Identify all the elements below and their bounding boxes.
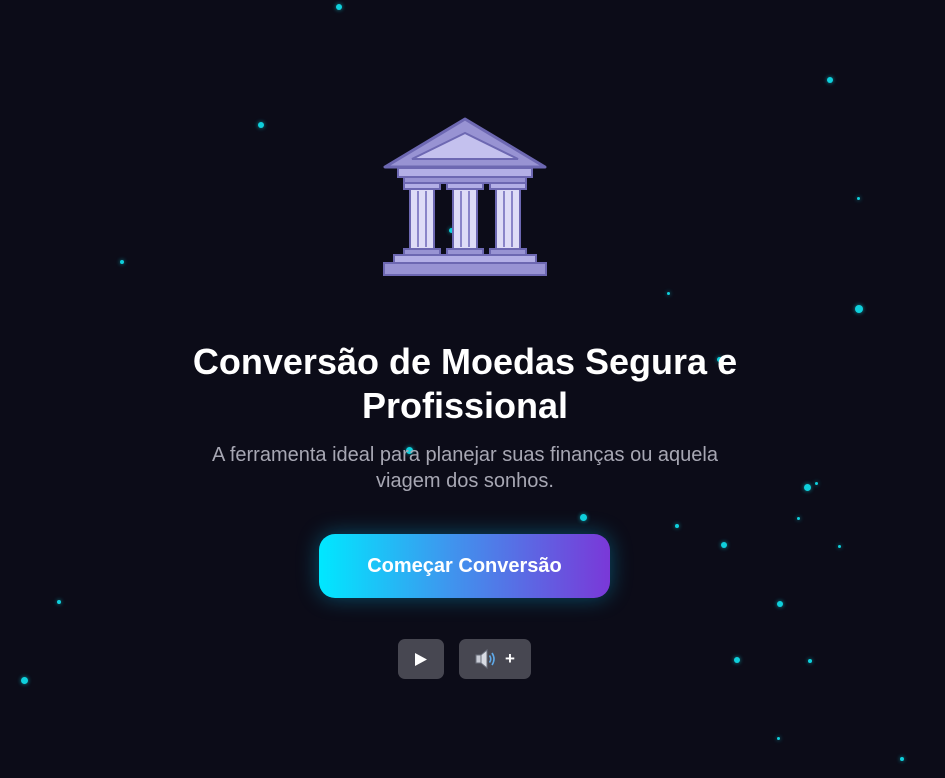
page-subtitle: A ferramenta ideal para planejar suas fi… <box>212 444 718 492</box>
sound-plus-label: + <box>505 649 515 668</box>
speaker-icon <box>475 649 497 669</box>
landing-screen: Conversão de Moedas Segura e Profissiona… <box>0 0 945 778</box>
play-icon <box>414 652 428 667</box>
page-title: Conversão de Moedas Segura e Profissiona… <box>192 341 738 426</box>
media-controls: + <box>398 639 531 679</box>
play-button[interactable] <box>398 639 444 679</box>
sound-button[interactable]: + <box>459 639 531 679</box>
bank-building-icon <box>383 117 547 276</box>
hero-section: Conversão de Moedas Segura e Profissiona… <box>0 0 945 778</box>
start-conversion-button[interactable]: Começar Conversão <box>319 534 610 598</box>
